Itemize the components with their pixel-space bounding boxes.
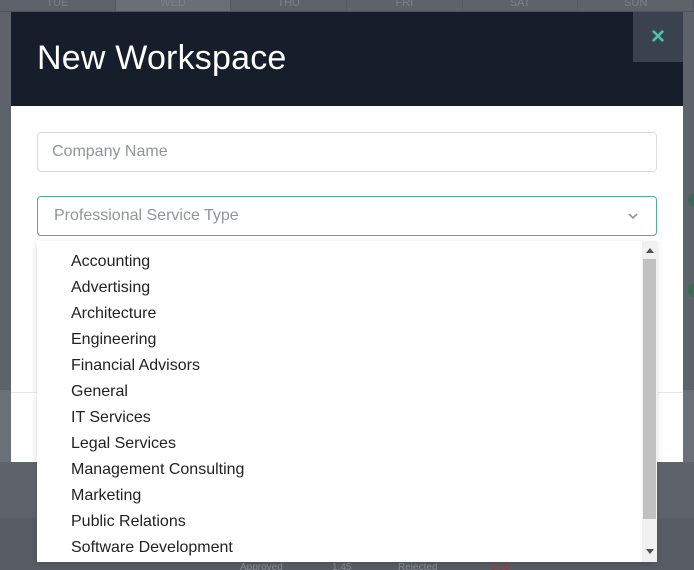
option-public-relations[interactable]: Public Relations <box>37 511 657 537</box>
close-icon: × <box>650 23 665 50</box>
bg-day-column: WED <box>115 0 232 11</box>
scroll-thumb[interactable] <box>643 259 656 519</box>
bg-status-text: Approved <box>240 562 283 570</box>
option-architecture[interactable]: Architecture <box>37 303 657 329</box>
option-advertising[interactable]: Advertising <box>37 277 657 303</box>
service-type-placeholder: Professional Service Type <box>54 207 239 224</box>
option-it-services[interactable]: IT Services <box>37 407 657 433</box>
bg-status-dot <box>688 193 694 207</box>
bg-day-column: THU <box>231 0 348 11</box>
company-name-input[interactable] <box>37 132 657 172</box>
option-marketing[interactable]: Marketing <box>37 485 657 511</box>
bg-hours-text: 0:00 <box>490 562 510 570</box>
background-day-header: TUE WED THU FRI SAT SUN <box>0 0 694 12</box>
close-button[interactable]: × <box>633 12 683 62</box>
option-accounting[interactable]: Accounting <box>37 251 657 277</box>
modal-header: New Workspace × <box>11 12 683 106</box>
bg-day-column: TUE <box>0 0 116 11</box>
option-legal-services[interactable]: Legal Services <box>37 433 657 459</box>
service-type-dropdown: Accounting Advertising Architecture Engi… <box>37 241 657 562</box>
scroll-down-arrow-icon[interactable] <box>646 549 654 554</box>
option-management-consulting[interactable]: Management Consulting <box>37 459 657 485</box>
option-financial-advisors[interactable]: Financial Advisors <box>37 355 657 381</box>
bg-status-dot <box>688 283 694 297</box>
dropdown-scrollbar[interactable] <box>642 241 657 562</box>
option-general[interactable]: General <box>37 381 657 407</box>
service-type-options: Accounting Advertising Architecture Engi… <box>37 241 657 562</box>
bg-day-column: SUN <box>578 0 694 11</box>
modal-title: New Workspace <box>37 39 287 77</box>
scroll-up-arrow-icon[interactable] <box>646 248 654 253</box>
option-software-development[interactable]: Software Development <box>37 537 657 562</box>
bg-status-text: Rejected <box>398 562 438 570</box>
service-type-select[interactable]: Professional Service Type <box>37 196 657 236</box>
bg-hours-text: 1:45 <box>332 562 352 570</box>
bg-day-column: SAT <box>463 0 579 11</box>
chevron-down-icon <box>628 213 638 220</box>
option-engineering[interactable]: Engineering <box>37 329 657 355</box>
bg-day-column: FRI <box>347 0 463 11</box>
